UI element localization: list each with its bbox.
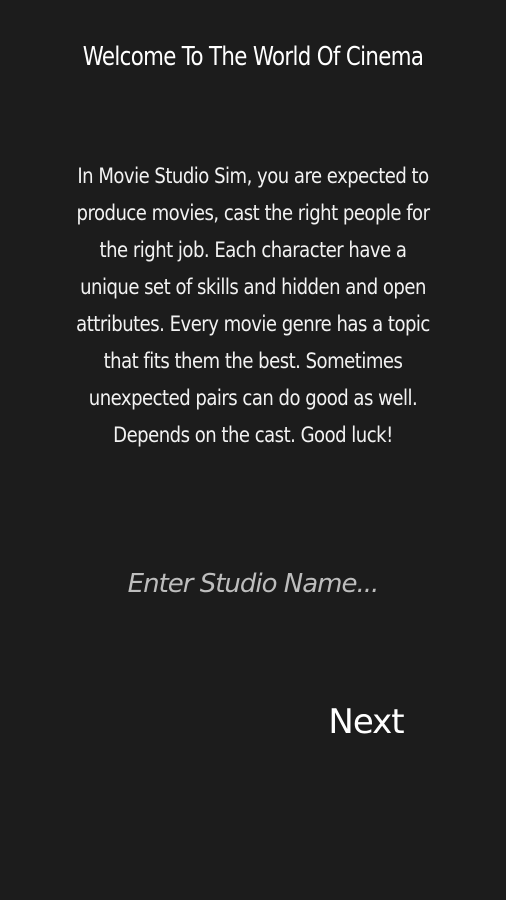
next-button[interactable]: Next — [318, 698, 414, 746]
intro-text: In Movie Studio Sim, you are expected to… — [76, 164, 430, 447]
page-title: Welcome To The World Of Cinema — [82, 42, 424, 72]
welcome-screen: Welcome To The World Of Cinema In Movie … — [0, 0, 506, 900]
studio-name-input[interactable] — [80, 560, 426, 608]
